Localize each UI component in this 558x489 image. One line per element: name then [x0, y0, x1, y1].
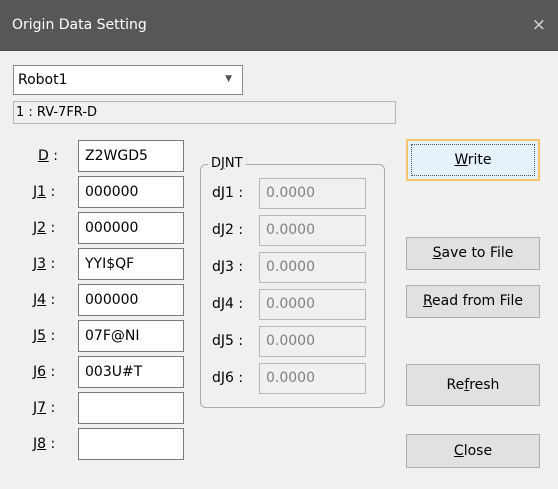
djnt-row-label: dJ4 :	[212, 296, 244, 312]
read-from-file-label: Read from File	[422, 293, 524, 309]
origin-value-input[interactable]	[78, 428, 184, 460]
origin-value-input[interactable]: 000000	[78, 212, 184, 244]
origin-data-setting-window: Origin Data Setting × Robot1 ▼ 1 : RV-7F…	[0, 0, 558, 489]
close-label: Close	[453, 443, 493, 459]
chevron-down-icon[interactable]: ▼	[225, 74, 232, 84]
robot-select[interactable]: Robot1 ▼	[13, 65, 243, 95]
djnt-value-field: 0.0000	[259, 252, 366, 283]
djnt-value-field: 0.0000	[259, 363, 366, 394]
save-to-file-label: Save to File	[432, 245, 514, 261]
origin-row-label: D :	[38, 148, 58, 164]
close-button[interactable]: Close	[406, 434, 540, 468]
dialog-content: Robot1 ▼ 1 : RV-7FR-D D : Z2WGD5 J1 : 00000…	[0, 51, 558, 489]
djnt-row-label: dJ2 :	[212, 222, 244, 238]
djnt-group-title: DJNT	[208, 156, 246, 172]
origin-value-input[interactable]: Z2WGD5	[78, 140, 184, 172]
write-button-label: Write	[454, 152, 492, 168]
origin-value-input[interactable]	[78, 392, 184, 424]
origin-row-label: J7 :	[33, 400, 56, 416]
robot-model-field: 1 : RV-7FR-D	[13, 101, 396, 124]
save-to-file-button[interactable]: Save to File	[406, 237, 540, 270]
djnt-row-label: dJ5 :	[212, 333, 244, 349]
origin-value-input[interactable]: 000000	[78, 176, 184, 208]
title-bar: Origin Data Setting ×	[0, 0, 558, 51]
origin-row-label: J8 :	[33, 436, 56, 452]
robot-model-text: 1 : RV-7FR-D	[16, 105, 98, 120]
djnt-value-field: 0.0000	[259, 178, 366, 209]
origin-row-label: J1 :	[33, 184, 56, 200]
origin-value-input[interactable]: YYI$QF	[78, 248, 184, 280]
origin-row-label: J6 :	[33, 364, 56, 380]
origin-row-label: J4 :	[33, 292, 56, 308]
origin-row-label: J5 :	[33, 328, 56, 344]
origin-value-input[interactable]: 003U#T	[78, 356, 184, 388]
djnt-value-field: 0.0000	[259, 215, 366, 246]
djnt-row-label: dJ3 :	[212, 259, 244, 275]
origin-value-input[interactable]: 000000	[78, 284, 184, 316]
origin-row-label: J2 :	[33, 220, 56, 236]
refresh-label: Refresh	[446, 377, 500, 393]
write-button[interactable]: Write	[406, 139, 540, 181]
read-from-file-button[interactable]: Read from File	[406, 285, 540, 318]
djnt-value-field: 0.0000	[259, 289, 366, 320]
origin-row-label: J3 :	[33, 256, 56, 272]
djnt-value-field: 0.0000	[259, 326, 366, 357]
refresh-button[interactable]: Refresh	[406, 364, 540, 406]
djnt-row-label: dJ1 :	[212, 185, 244, 201]
window-title: Origin Data Setting	[12, 17, 147, 33]
djnt-row-label: dJ6 :	[212, 370, 244, 386]
close-icon[interactable]: ×	[532, 0, 546, 50]
robot-select-value: Robot1	[18, 72, 68, 88]
origin-value-input[interactable]: 07F@NI	[78, 320, 184, 352]
